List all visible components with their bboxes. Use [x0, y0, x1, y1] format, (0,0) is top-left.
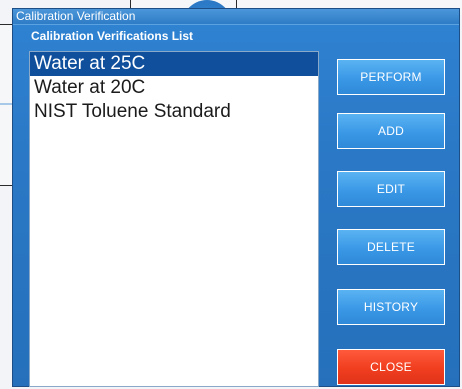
- add-button[interactable]: ADD: [337, 113, 445, 149]
- delete-button[interactable]: DELETE: [337, 229, 445, 265]
- list-item[interactable]: NIST Toluene Standard: [30, 100, 318, 124]
- edit-button[interactable]: EDIT: [337, 171, 445, 207]
- close-button[interactable]: CLOSE: [337, 349, 445, 385]
- list-item[interactable]: Water at 20C: [30, 76, 318, 100]
- list-item[interactable]: Water at 25C: [30, 52, 318, 76]
- perform-button[interactable]: PERFORM: [337, 59, 445, 95]
- dialog-title-bar[interactable]: Calibration Verification: [13, 9, 459, 25]
- calibration-verifications-list[interactable]: Water at 25C Water at 20C NIST Toluene S…: [29, 51, 319, 387]
- dialog-title: Calibration Verification: [16, 9, 136, 23]
- calibration-verification-dialog: Calibration Verification Calibration Ver…: [12, 8, 460, 387]
- history-button[interactable]: HISTORY: [337, 289, 445, 325]
- list-caption: Calibration Verifications List: [31, 29, 194, 43]
